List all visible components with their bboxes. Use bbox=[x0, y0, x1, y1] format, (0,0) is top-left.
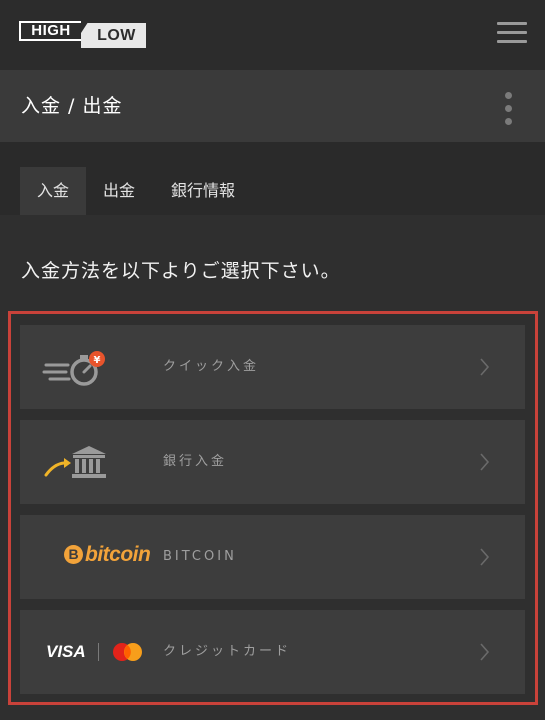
quick-deposit-label: クイック入金 bbox=[163, 359, 260, 374]
bitcoin-card[interactable]: B bitcoin BITCOIN bbox=[20, 515, 525, 599]
bitcoin-logo: bitcoin bbox=[85, 543, 151, 566]
tab-bar: 入金 出金 銀行情報 bbox=[0, 142, 545, 215]
tab-bank-info[interactable]: 銀行情報 bbox=[160, 167, 246, 215]
bank-deposit-label: 銀行入金 bbox=[163, 454, 228, 469]
bitcoin-label: BITCOIN bbox=[163, 549, 237, 564]
chevron-right-icon bbox=[480, 548, 490, 566]
bank-deposit-card[interactable]: 銀行入金 bbox=[20, 420, 525, 504]
quick-deposit-stopwatch-yen-icon: ¥ bbox=[42, 351, 105, 386]
chevron-right-icon bbox=[480, 643, 490, 661]
hamburger-menu-icon[interactable] bbox=[497, 22, 527, 44]
chevron-right-icon bbox=[480, 453, 490, 471]
chevron-right-icon bbox=[480, 358, 490, 376]
bitcoin-coin-icon: B bbox=[64, 545, 83, 564]
logo-low-text: LOW bbox=[81, 23, 146, 48]
highlow-logo[interactable]: HIGH LOW bbox=[19, 21, 146, 48]
page-title-bar: 入金 / 出金 bbox=[0, 70, 545, 142]
instruction-text: 入金方法を以下よりご選択下さい。 bbox=[21, 260, 341, 282]
visa-logo: VISA bbox=[46, 642, 86, 661]
mastercard-logo-icon bbox=[113, 643, 142, 661]
svg-text:¥: ¥ bbox=[94, 355, 101, 366]
quick-deposit-card[interactable]: ¥ クイック入金 bbox=[20, 325, 525, 409]
bank-building-icon bbox=[44, 446, 106, 478]
top-header: HIGH LOW bbox=[0, 0, 545, 70]
credit-card-card[interactable]: VISA クレジットカード bbox=[20, 610, 525, 694]
vertical-dots-icon[interactable] bbox=[500, 92, 518, 126]
tab-deposit[interactable]: 入金 bbox=[20, 167, 86, 215]
logo-high-text: HIGH bbox=[19, 21, 81, 41]
logo-divider bbox=[98, 643, 99, 661]
tab-withdrawal[interactable]: 出金 bbox=[90, 167, 148, 215]
credit-card-label: クレジットカード bbox=[163, 644, 292, 659]
page-title: 入金 / 出金 bbox=[21, 95, 123, 117]
